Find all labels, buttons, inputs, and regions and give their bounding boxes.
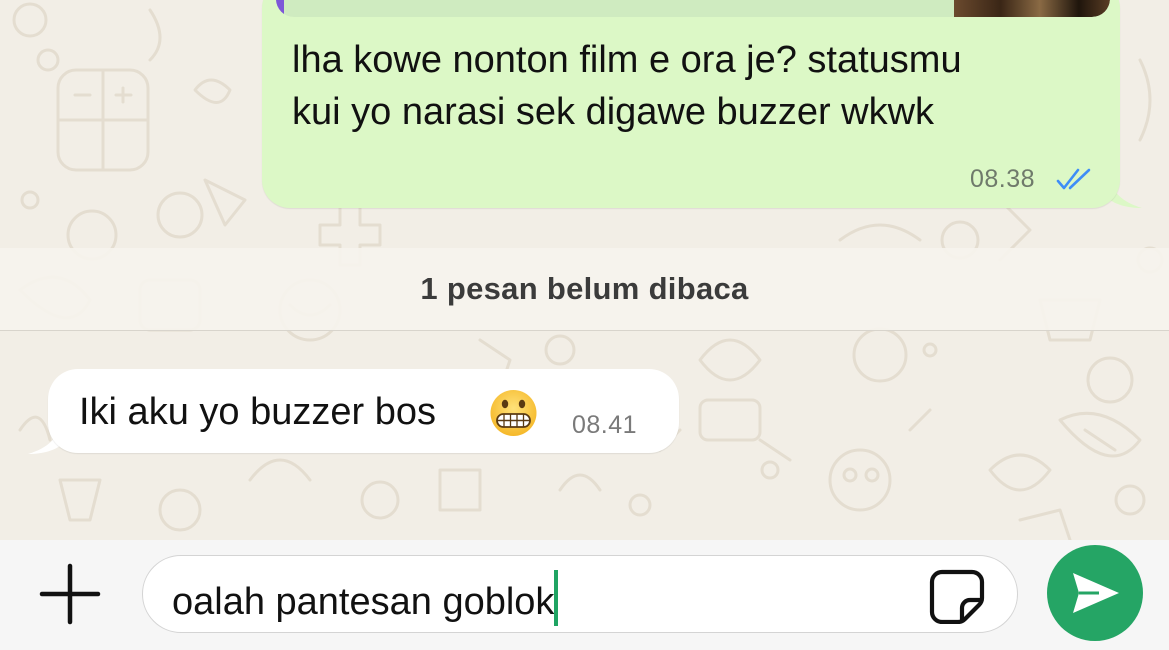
media-preview-accent — [276, 0, 284, 17]
media-thumbnail[interactable] — [954, 0, 1110, 17]
grimacing-face-icon — [490, 390, 537, 436]
outgoing-message-time: 08.38 — [970, 165, 1036, 193]
incoming-message-text: Iki aku yo buzzer bos — [79, 391, 436, 433]
outgoing-message-text: lha kowe nonton film e ora je? statusmu … — [292, 39, 962, 133]
text-caret — [554, 570, 559, 626]
sticker-icon[interactable] — [928, 568, 986, 624]
incoming-message-time: 08.41 — [572, 411, 638, 439]
send-button[interactable] — [1047, 545, 1143, 641]
chat-screen: lha kowe nonton film e ora je? statusmu … — [0, 0, 1169, 650]
unread-banner-label: 1 pesan belum dibaca — [420, 271, 749, 306]
message-input-text[interactable]: oalah pantesan goblok — [172, 570, 559, 626]
unread-messages-banner: 1 pesan belum dibaca — [0, 248, 1169, 331]
message-input-value: oalah pantesan goblok — [172, 581, 555, 623]
media-preview[interactable] — [276, 0, 1110, 17]
double-check-read-icon — [1056, 168, 1091, 190]
send-arrow-icon — [1073, 573, 1119, 613]
plus-icon[interactable] — [38, 562, 102, 626]
